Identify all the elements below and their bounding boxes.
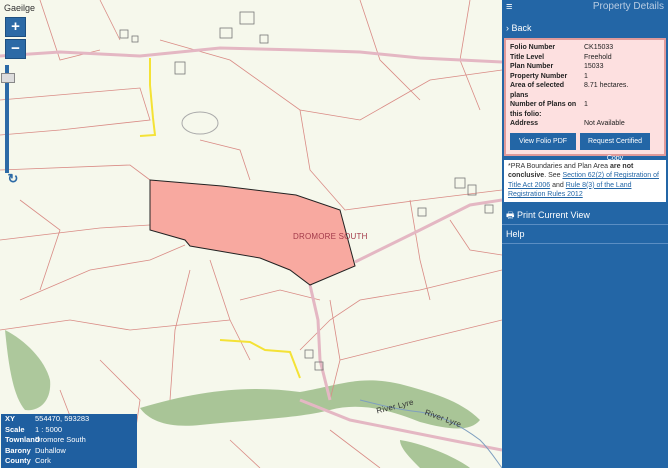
printer-icon: 🖶 bbox=[506, 209, 515, 220]
back-link[interactable]: › Back bbox=[502, 18, 668, 38]
detail-row: Area of selected plans 8.71 hectares. bbox=[510, 82, 629, 99]
detail-row: Number of Plans on this folio: 1 bbox=[510, 101, 588, 118]
zoom-in-button[interactable]: + bbox=[5, 17, 26, 37]
detail-row: Folio Number CK15033 bbox=[510, 44, 614, 51]
menu-icon[interactable]: ≡ bbox=[506, 1, 512, 13]
folio-details-card: Folio Number CK15033 Title Level Freehold … bbox=[504, 38, 666, 162]
info-row: Barony Duhallow bbox=[5, 445, 66, 455]
panel-header: ≡ Property Details bbox=[502, 0, 668, 13]
request-certified-copy-button[interactable]: Request Certified Copy bbox=[580, 132, 650, 162]
detail-row: Address Not Available bbox=[510, 120, 625, 127]
woodland-area bbox=[400, 440, 470, 468]
zoom-slider-handle[interactable] bbox=[1, 73, 15, 83]
detail-row: Title Level Freehold bbox=[510, 53, 612, 61]
location-info-box: XY 554470, 593283 Scale 1 : 5000 Townland D… bbox=[1, 414, 137, 468]
info-row: Scale 1 : 5000 bbox=[5, 424, 63, 434]
detail-row: Property Number 1 bbox=[510, 72, 588, 80]
zoom-slider[interactable] bbox=[1, 65, 15, 173]
help-link[interactable]: Help bbox=[502, 225, 668, 244]
language-link[interactable]: Gaeilge bbox=[4, 3, 35, 13]
track bbox=[139, 58, 157, 137]
panel-title: Property Details bbox=[592, 1, 664, 12]
zoom-control: + − bbox=[5, 17, 26, 61]
property-details-panel: ≡ Property Details › Back Folio Number CK… bbox=[502, 0, 668, 468]
info-row: XY 554470, 593283 bbox=[5, 414, 90, 423]
view-folio-pdf-button[interactable]: View Folio PDF bbox=[510, 132, 576, 150]
info-row: Townland Dromore South bbox=[5, 435, 86, 445]
woodland-area bbox=[5, 330, 51, 411]
info-row: County Cork bbox=[5, 456, 51, 466]
zoom-out-button[interactable]: − bbox=[5, 39, 26, 59]
print-current-view-link[interactable]: 🖶 Print Current View bbox=[502, 206, 668, 225]
map-view[interactable]: Gaeilge + − ↻ DROMORE SOUTH River Lyre R… bbox=[0, 0, 502, 468]
townland-label: DROMORE SOUTH bbox=[293, 232, 368, 241]
track-ellipse bbox=[181, 111, 219, 135]
chevron-right-icon: › bbox=[506, 23, 509, 33]
disclaimer-note: *PRA Boundaries and Plan Area are not co… bbox=[504, 159, 666, 202]
reset-view-icon[interactable]: ↻ bbox=[6, 172, 20, 186]
track bbox=[219, 339, 301, 379]
card-actions: View Folio PDF Request Certified Copy bbox=[510, 132, 660, 162]
back-label: Back bbox=[511, 23, 532, 33]
map-canvas[interactable] bbox=[0, 0, 502, 468]
detail-row: Plan Number 15033 bbox=[510, 63, 604, 70]
